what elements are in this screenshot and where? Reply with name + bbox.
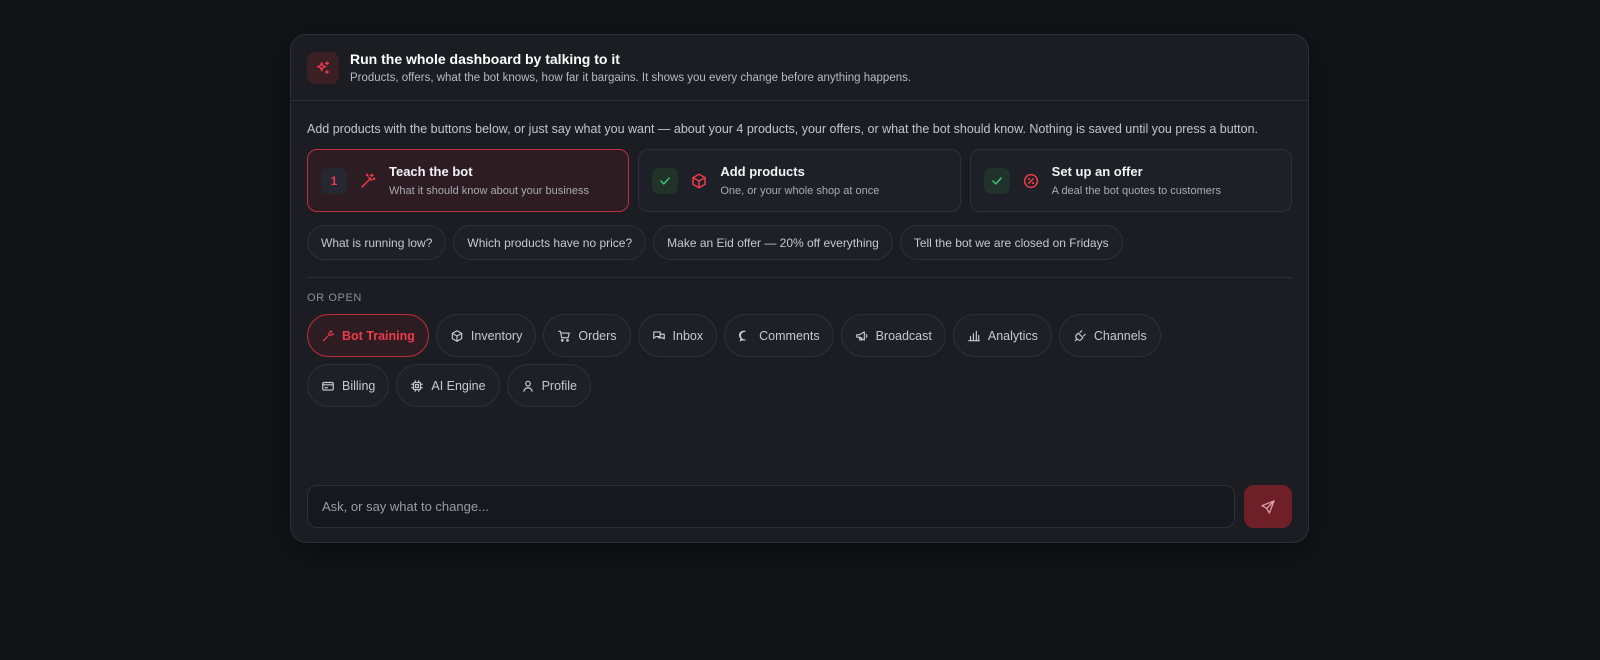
nav-label: Broadcast bbox=[875, 328, 932, 343]
step-subtitle: One, or your whole shop at once bbox=[720, 185, 880, 197]
nav-label: Comments bbox=[759, 328, 820, 343]
nav-label: Profile bbox=[541, 378, 578, 393]
box-icon bbox=[689, 171, 709, 191]
panel-header: Run the whole dashboard by talking to it… bbox=[291, 35, 1308, 101]
step-title: Set up an offer bbox=[1051, 164, 1143, 179]
step-card-teach-bot[interactable]: 1 Teach the bot What it should know abou… bbox=[307, 149, 630, 212]
box-icon bbox=[451, 329, 463, 342]
suggestion-chip[interactable]: Which products have no price? bbox=[453, 225, 647, 260]
divider bbox=[307, 277, 1292, 278]
suggestion-chip[interactable]: Make an Eid offer — 20% off everything bbox=[653, 225, 893, 260]
nav-broadcast[interactable]: Broadcast bbox=[840, 314, 946, 357]
suggestion-chip[interactable]: Tell the bot we are closed on Fridays bbox=[899, 225, 1123, 260]
step-card-set-offer[interactable]: Set up an offer A deal the bot quotes to… bbox=[969, 149, 1292, 212]
nav-label: Analytics bbox=[987, 328, 1038, 343]
nav-label: Orders bbox=[578, 328, 617, 343]
section-nav: Bot Training Inventory Orders Inbox Comm… bbox=[307, 314, 1247, 407]
credit-card-icon bbox=[322, 381, 334, 391]
wand-icon bbox=[322, 329, 334, 341]
nav-label: Bot Training bbox=[342, 328, 415, 343]
nav-channels[interactable]: Channels bbox=[1058, 314, 1161, 357]
composer bbox=[307, 485, 1292, 528]
nav-inventory[interactable]: Inventory bbox=[435, 314, 537, 357]
cpu-icon bbox=[411, 379, 424, 392]
nav-inbox[interactable]: Inbox bbox=[637, 314, 718, 357]
step-subtitle: A deal the bot quotes to customers bbox=[1051, 185, 1222, 197]
wand-icon bbox=[358, 171, 378, 191]
user-icon bbox=[522, 380, 533, 392]
badge-percent-icon bbox=[1021, 171, 1041, 191]
suggestion-chips: What is running low? Which products have… bbox=[307, 225, 1292, 260]
check-icon bbox=[983, 167, 1010, 194]
sparkles-icon bbox=[307, 51, 339, 84]
send-button[interactable] bbox=[1244, 485, 1292, 528]
nav-label: Channels bbox=[1093, 328, 1147, 343]
assistant-panel: Run the whole dashboard by talking to it… bbox=[290, 34, 1309, 543]
plug-icon bbox=[1074, 329, 1086, 341]
inbox-icon bbox=[652, 330, 665, 339]
megaphone-icon bbox=[855, 330, 868, 341]
chat-input[interactable] bbox=[307, 485, 1235, 528]
panel-title: Run the whole dashboard by talking to it bbox=[350, 51, 620, 67]
panel-subtitle: Products, offers, what the bot knows, ho… bbox=[350, 72, 912, 84]
cart-icon bbox=[558, 330, 571, 342]
nav-label: AI Engine bbox=[431, 378, 486, 393]
or-open-label: OR OPEN bbox=[307, 292, 362, 304]
nav-ai-engine[interactable]: AI Engine bbox=[396, 364, 500, 407]
step-title: Teach the bot bbox=[389, 164, 473, 179]
nav-label: Inventory bbox=[470, 328, 523, 343]
nav-profile[interactable]: Profile bbox=[506, 364, 592, 407]
step-title: Add products bbox=[720, 164, 805, 179]
intro-text: Add products with the buttons below, or … bbox=[307, 122, 1259, 136]
check-icon bbox=[652, 167, 679, 194]
nav-bot-training[interactable]: Bot Training bbox=[307, 314, 429, 357]
suggestion-chip[interactable]: What is running low? bbox=[307, 225, 447, 260]
nav-comments[interactable]: Comments bbox=[724, 314, 834, 357]
nav-label: Billing bbox=[342, 378, 376, 393]
nav-analytics[interactable]: Analytics bbox=[952, 314, 1052, 357]
comment-icon bbox=[739, 330, 746, 341]
nav-label: Inbox bbox=[672, 328, 704, 343]
setup-steps: 1 Teach the bot What it should know abou… bbox=[307, 149, 1292, 212]
step-number-badge: 1 bbox=[321, 167, 347, 194]
nav-billing[interactable]: Billing bbox=[307, 364, 390, 407]
bar-chart-icon bbox=[968, 330, 980, 341]
nav-orders[interactable]: Orders bbox=[543, 314, 631, 357]
step-subtitle: What it should know about your business bbox=[389, 185, 589, 197]
send-icon bbox=[1261, 499, 1275, 514]
step-card-add-products[interactable]: Add products One, or your whole shop at … bbox=[638, 149, 961, 212]
